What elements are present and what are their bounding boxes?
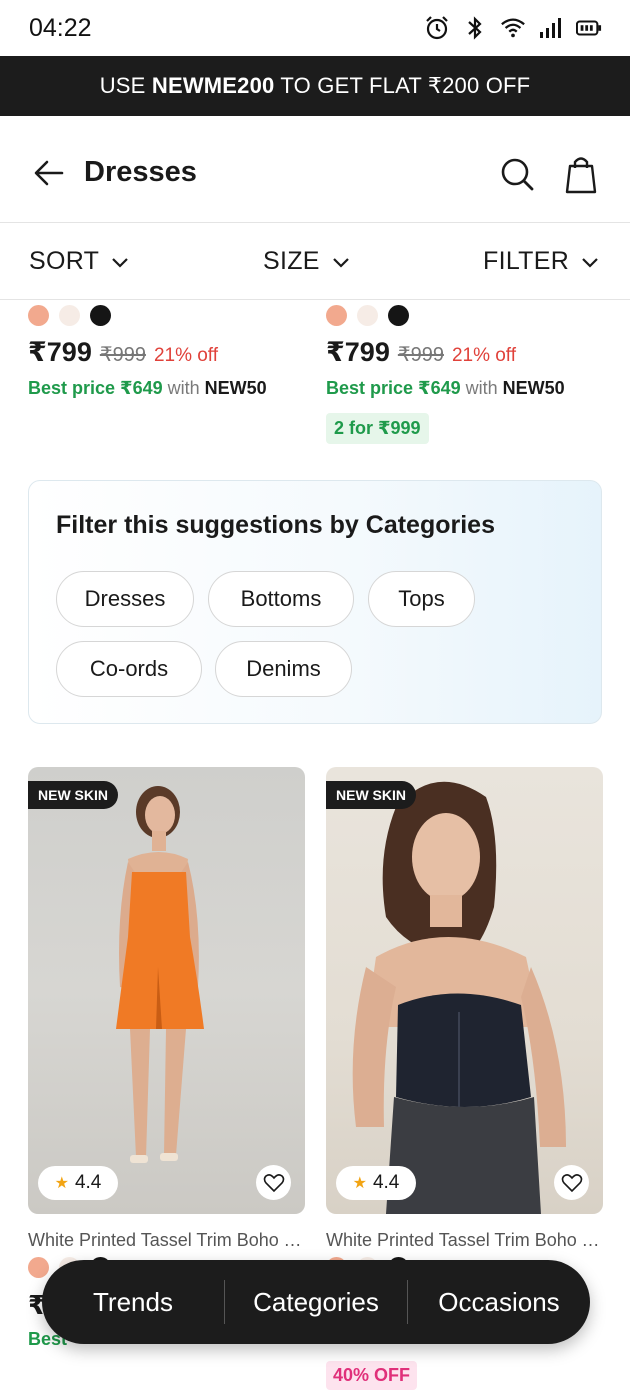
color-swatches — [28, 305, 308, 327]
new-skin-tag: NEW SKIN — [326, 781, 416, 809]
chip-bottoms[interactable]: Bottoms — [208, 571, 354, 627]
mrp: ₹999 — [99, 344, 146, 366]
wishlist-button[interactable] — [256, 1165, 291, 1200]
category-suggestions: Filter this suggestions by Categories Dr… — [28, 480, 602, 724]
page-title: Dresses — [84, 156, 197, 188]
color-swatch[interactable] — [90, 305, 111, 326]
combo-offer-badge: 2 for ₹999 — [326, 413, 429, 444]
new-skin-tag: NEW SKIN — [28, 781, 118, 809]
product-image[interactable]: NEW SKIN ★ 4.4 — [326, 767, 603, 1214]
page-header: Dresses — [0, 116, 630, 223]
star-icon: ★ — [54, 1175, 69, 1192]
best-price: Best price ₹649 with NEW50 — [28, 378, 308, 399]
best-price-label: Best price ₹649 — [326, 378, 461, 398]
price: ₹799 — [326, 337, 390, 367]
product-info-card[interactable]: ₹799 ₹999 21% off Best price ₹649 with N… — [28, 305, 308, 399]
size-label: SIZE — [263, 247, 320, 275]
mrp: ₹999 — [397, 344, 444, 366]
status-time: 04:22 — [29, 14, 92, 42]
suggestions-title: Filter this suggestions by Categories — [56, 511, 495, 539]
back-arrow-icon — [34, 160, 64, 186]
price: ₹799 — [28, 337, 92, 367]
discount-badge: 40% OFF — [326, 1361, 418, 1390]
sort-label: SORT — [29, 247, 100, 275]
rating-badge: ★ 4.4 — [38, 1166, 118, 1200]
product-name: White Printed Tassel Trim Boho T... — [28, 1230, 305, 1250]
model-black-corset — [352, 781, 566, 1214]
color-swatch[interactable] — [357, 305, 378, 326]
back-button[interactable] — [32, 156, 66, 190]
sort-filter-bar: SORT SIZE FILTER — [0, 223, 630, 300]
color-swatch[interactable] — [326, 305, 347, 326]
chevron-down-icon — [333, 257, 349, 268]
search-icon — [501, 158, 534, 191]
sort-dropdown[interactable]: SORT — [29, 247, 131, 276]
bluetooth-icon — [462, 14, 488, 42]
color-swatch[interactable] — [28, 1257, 49, 1278]
coupon-code: NEW50 — [204, 378, 267, 398]
wishlist-button[interactable] — [554, 1165, 589, 1200]
status-icons — [424, 14, 602, 42]
best-price-with: with — [167, 378, 200, 398]
wifi-icon — [500, 14, 526, 42]
best-price-with: with — [465, 378, 498, 398]
rating-value: 4.4 — [74, 1172, 102, 1193]
best-price: Best price ₹649 with NEW50 — [326, 378, 606, 399]
size-dropdown[interactable]: SIZE — [263, 247, 352, 276]
nav-categories[interactable]: Categories — [225, 1287, 407, 1318]
product-image[interactable]: NEW SKIN ★ 4.4 — [28, 767, 305, 1214]
chip-tops[interactable]: Tops — [368, 571, 475, 627]
color-swatches — [326, 305, 606, 327]
chip-co-ords[interactable]: Co-ords — [56, 641, 202, 697]
filter-dropdown[interactable]: FILTER — [483, 247, 601, 276]
chip-dresses[interactable]: Dresses — [56, 571, 194, 627]
color-swatch[interactable] — [388, 305, 409, 326]
nav-trends[interactable]: Trends — [42, 1287, 224, 1318]
coupon-code: NEW50 — [502, 378, 565, 398]
search-button[interactable] — [499, 156, 535, 192]
filter-label: FILTER — [483, 247, 570, 275]
promo-banner[interactable]: USE NEWME200 TO GET FLAT ₹200 OFF — [0, 56, 630, 116]
product-info-card[interactable]: ₹799 ₹999 21% off Best price ₹649 with N… — [326, 305, 606, 444]
discount-percent: 21% off — [451, 345, 517, 366]
status-bar: 04:22 — [0, 0, 630, 56]
chevron-down-icon — [582, 257, 598, 268]
nav-occasions[interactable]: Occasions — [408, 1287, 590, 1318]
discount-percent: 21% off — [153, 345, 219, 366]
color-swatch[interactable] — [28, 305, 49, 326]
best-price-label: Best price ₹649 — [28, 378, 163, 398]
alarm-icon — [424, 14, 450, 42]
chevron-down-icon — [112, 257, 128, 268]
promo-prefix: USE — [99, 73, 152, 98]
product-card[interactable]: NEW SKIN ★ 4.4 White Printed Tassel Trim… — [326, 767, 603, 1278]
heart-icon — [263, 1173, 284, 1192]
cart-button[interactable] — [563, 154, 599, 194]
product-name: White Printed Tassel Trim Boho T... — [326, 1230, 603, 1250]
rating-badge: ★ 4.4 — [336, 1166, 416, 1200]
promo-suffix: TO GET FLAT ₹200 OFF — [274, 73, 531, 98]
heart-icon — [561, 1173, 582, 1192]
model-orange-dress — [116, 786, 204, 1163]
battery-icon — [576, 14, 602, 42]
shopping-bag-icon — [565, 157, 597, 194]
rating-value: 4.4 — [372, 1172, 400, 1193]
star-icon: ★ — [352, 1175, 367, 1192]
signal-icon — [538, 14, 564, 42]
color-swatch[interactable] — [59, 305, 80, 326]
chip-denims[interactable]: Denims — [215, 641, 352, 697]
promo-code: NEWME200 — [151, 73, 275, 98]
floating-nav-bar: Trends Categories Occasions — [42, 1260, 590, 1344]
